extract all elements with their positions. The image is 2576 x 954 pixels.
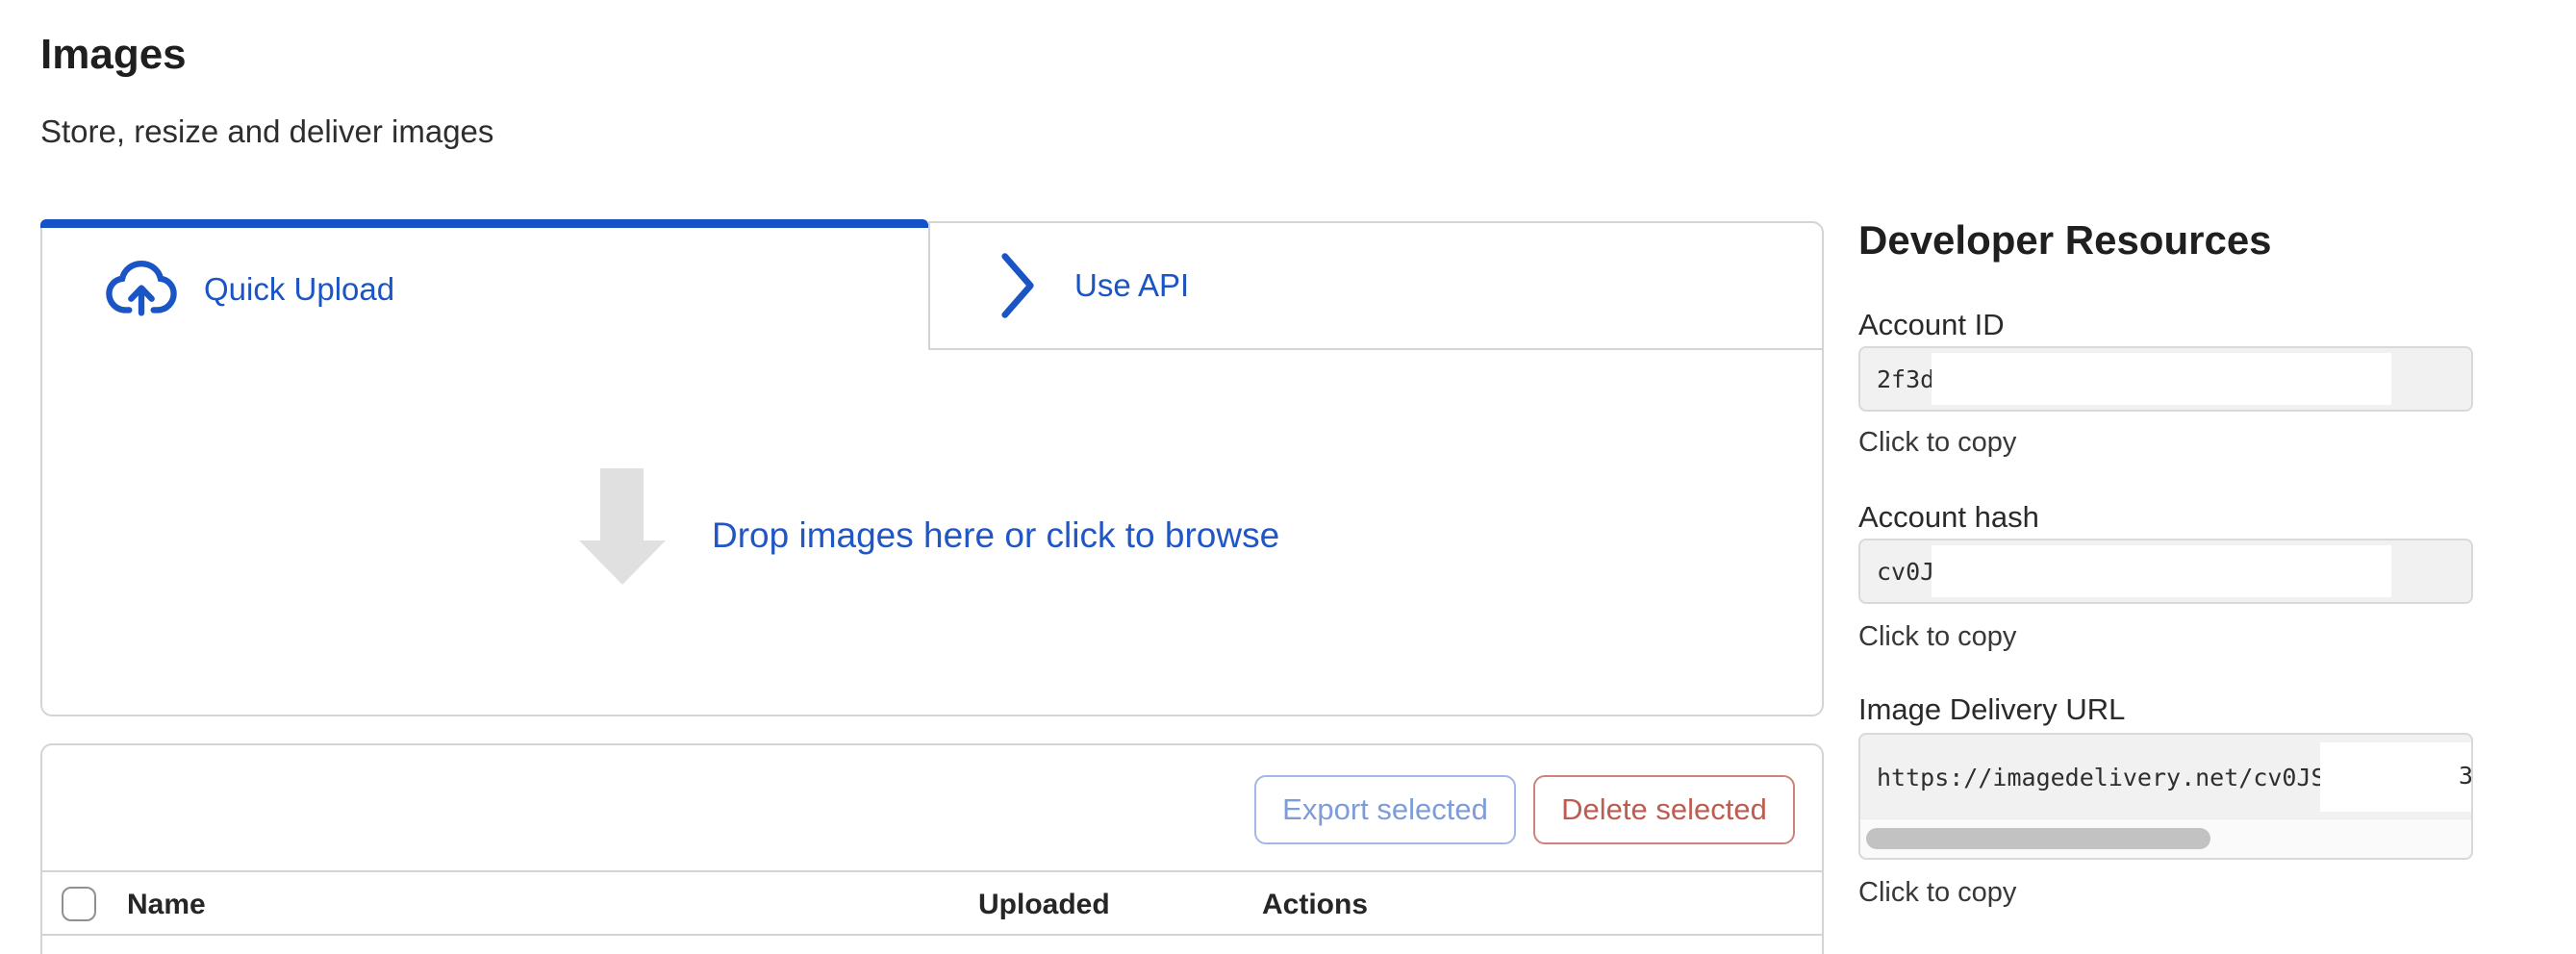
click-to-copy-hint: Click to copy [1858,427,2016,459]
select-all-checkbox[interactable] [62,887,96,921]
table-header-row: Name Uploaded Actions [42,872,1822,936]
redaction-overlay [1932,353,2391,405]
tab-label-use-api: Use API [1074,267,1189,304]
account-hash-value: cv0J [1877,558,1934,586]
tab-use-api[interactable]: Use API [928,221,1824,350]
account-id-value: 2f3d [1877,365,1934,393]
redaction-overlay [1932,545,2391,597]
image-delivery-url-field[interactable]: https://imagedelivery.net/cv0JSj 3 [1858,733,2473,860]
account-hash-label: Account hash [1858,500,2039,535]
chevron-right-icon [999,250,1036,321]
account-id-label: Account ID [1858,308,2005,342]
url-text-row: https://imagedelivery.net/cv0JSj 3 [1860,735,2471,819]
page-subtitle: Store, resize and deliver images [40,113,493,150]
horizontal-scrollbar-thumb[interactable] [1866,828,2210,849]
active-tab-indicator [40,219,928,228]
column-header-name: Name [127,889,206,921]
dropzone-label: Drop images here or click to browse [712,515,1279,556]
click-to-copy-hint: Click to copy [1858,621,2016,653]
page-title: Images [40,31,187,79]
redaction-overlay: 3 [2320,742,2472,812]
account-id-field[interactable]: 2f3d [1858,346,2473,412]
cloud-upload-icon [106,260,177,319]
sidebar-title: Developer Resources [1858,217,2272,264]
tab-label-quick-upload: Quick Upload [204,271,394,308]
column-header-uploaded: Uploaded [978,889,1110,921]
click-to-copy-hint: Click to copy [1858,877,2016,909]
image-delivery-url-value: https://imagedelivery.net/cv0JSj [1877,764,2340,791]
export-selected-button[interactable]: Export selected [1254,775,1516,844]
tab-quick-upload[interactable]: Quick Upload [40,228,928,350]
dropzone[interactable]: Drop images here or click to browse [40,350,1824,716]
horizontal-scrollbar-track [1860,818,2471,858]
url-character-fragment: 3 [2459,762,2471,790]
account-hash-field[interactable]: cv0J [1858,539,2473,604]
delete-selected-button[interactable]: Delete selected [1533,775,1795,844]
images-table-card: Export selected Delete selected Name Upl… [40,743,1824,954]
column-header-actions: Actions [1262,889,1368,921]
table-toolbar: Export selected Delete selected [42,745,1822,872]
image-delivery-url-label: Image Delivery URL [1858,692,2125,727]
